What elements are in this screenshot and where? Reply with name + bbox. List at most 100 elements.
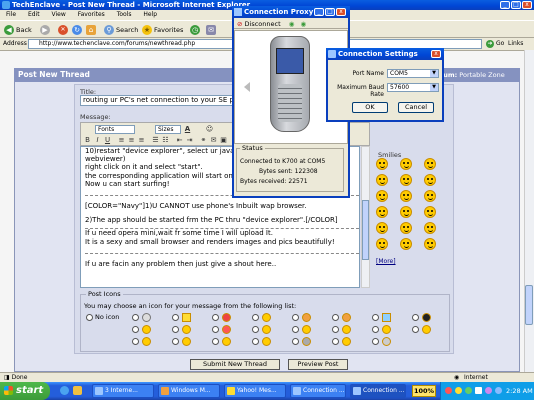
smilie-icon[interactable] — [376, 238, 388, 250]
go-button[interactable]: ➜ Go — [486, 39, 506, 49]
post-icon-radio[interactable] — [372, 314, 379, 321]
post-icon-radio[interactable] — [332, 314, 339, 321]
history-button[interactable]: ◷ — [190, 24, 202, 36]
refresh-button[interactable]: ↻ — [72, 24, 84, 36]
numbered-list-icon[interactable]: ☰ — [151, 136, 160, 145]
cancel-button[interactable]: Cancel — [398, 102, 434, 113]
post-icon-radio[interactable] — [212, 314, 219, 321]
minimize-button[interactable]: _ — [500, 1, 510, 9]
smilie-icon[interactable] — [424, 222, 436, 234]
post-icon-radio[interactable] — [372, 338, 379, 345]
proxy-maximize-button[interactable]: □ — [325, 8, 335, 16]
task-connection-settings[interactable]: Connection ... — [350, 384, 406, 398]
smilie-button[interactable]: ☺ — [205, 125, 214, 134]
maximize-button[interactable]: □ — [511, 1, 521, 9]
menu-favorites[interactable]: Favorites — [78, 11, 105, 18]
menu-edit[interactable]: Edit — [28, 11, 40, 18]
settings-close-button[interactable]: x — [431, 50, 441, 58]
more-smilies-link[interactable]: [More] — [376, 258, 396, 265]
post-icon-radio[interactable] — [332, 338, 339, 345]
post-icon-radio[interactable] — [412, 314, 419, 321]
image-icon[interactable]: ▣ — [219, 136, 228, 145]
start-button[interactable]: start — [0, 382, 50, 400]
align-center-icon[interactable]: ≡ — [127, 136, 136, 145]
smilie-icon[interactable] — [376, 222, 388, 234]
menu-help[interactable]: Help — [143, 11, 157, 18]
post-icon-radio[interactable] — [132, 338, 139, 345]
align-right-icon[interactable]: ≡ — [137, 136, 146, 145]
task-internet-explorer[interactable]: 3 Interne... — [92, 384, 154, 398]
post-icon-radio[interactable] — [292, 338, 299, 345]
ie-quicklaunch-icon[interactable] — [60, 386, 69, 395]
back-button[interactable]: ◀ Back — [4, 24, 32, 36]
post-icon-radio[interactable] — [252, 326, 259, 333]
smilie-icon[interactable] — [376, 174, 388, 186]
post-icon-radio[interactable] — [212, 338, 219, 345]
italic-button[interactable]: I — [93, 136, 102, 145]
close-button[interactable]: x — [522, 1, 532, 9]
font-select[interactable]: Fonts — [95, 125, 135, 134]
preview-post-button[interactable]: Preview Post — [288, 359, 348, 370]
no-icon-radio[interactable] — [86, 314, 93, 321]
smilie-icon[interactable] — [400, 222, 412, 234]
mail-button[interactable]: ✉ — [206, 24, 218, 36]
tray-icon[interactable] — [465, 387, 472, 394]
stop-button[interactable]: ✕ — [58, 24, 70, 36]
post-icon-radio[interactable] — [292, 326, 299, 333]
tray-icon[interactable] — [495, 387, 502, 394]
menu-file[interactable]: File — [6, 11, 16, 18]
post-icon-radio[interactable] — [172, 314, 179, 321]
task-connection-proxy[interactable]: Connection ... — [290, 384, 346, 398]
tray-icon[interactable] — [445, 387, 452, 394]
task-yahoo-messenger[interactable]: Yahoo! Mes... — [224, 384, 286, 398]
tray-icon[interactable] — [485, 387, 492, 394]
submit-thread-button[interactable]: Submit New Thread — [190, 359, 280, 370]
email-link-icon[interactable]: ✉ — [209, 136, 218, 145]
favorites-button[interactable]: ★ Favorites — [142, 24, 183, 36]
tray-icon[interactable] — [475, 387, 482, 394]
textarea-scroll-thumb[interactable] — [362, 200, 369, 260]
link-icon[interactable]: ⚭ — [199, 136, 208, 145]
smilie-icon[interactable] — [400, 238, 412, 250]
proxy-minimize-button[interactable]: _ — [314, 8, 324, 16]
settings-icon[interactable]: ◉ — [289, 20, 295, 28]
proxy-close-button[interactable]: x — [336, 8, 346, 16]
ok-button[interactable]: OK — [352, 102, 388, 113]
forum-name[interactable]: Portable Zone — [459, 71, 504, 79]
smilie-icon[interactable] — [424, 174, 436, 186]
page-scroll-thumb[interactable] — [525, 285, 533, 325]
bold-button[interactable]: B — [83, 136, 92, 145]
smilie-icon[interactable] — [376, 190, 388, 202]
post-icon-radio[interactable] — [132, 326, 139, 333]
smilie-icon[interactable] — [424, 158, 436, 170]
menu-tools[interactable]: Tools — [117, 11, 132, 18]
battery-indicator[interactable]: 100% — [412, 385, 436, 397]
search-button[interactable]: ⚲ Search — [104, 24, 138, 36]
smilie-icon[interactable] — [400, 190, 412, 202]
forward-button[interactable]: ▶ — [40, 24, 52, 36]
indent-icon[interactable]: ⇥ — [185, 136, 194, 145]
smilie-icon[interactable] — [400, 206, 412, 218]
smilie-icon[interactable] — [376, 206, 388, 218]
post-icon-radio[interactable] — [252, 338, 259, 345]
port-name-select[interactable]: COM5 ▼ — [387, 69, 439, 78]
help-icon[interactable]: ◉ — [300, 20, 306, 28]
post-icon-radio[interactable] — [332, 326, 339, 333]
links-toolbar[interactable]: Links — [508, 38, 523, 50]
settings-title-bar[interactable]: Connection Settings — [326, 48, 444, 60]
post-icon-radio[interactable] — [132, 314, 139, 321]
post-icon-radio[interactable] — [292, 314, 299, 321]
smilie-icon[interactable] — [424, 190, 436, 202]
text-color-button[interactable]: A — [183, 125, 192, 134]
align-left-icon[interactable]: ≡ — [117, 136, 126, 145]
disconnect-button[interactable]: ⊘ Disconnect — [237, 20, 281, 28]
baud-rate-select[interactable]: 57600 ▼ — [387, 83, 439, 92]
desktop-quicklaunch-icon[interactable] — [73, 386, 82, 395]
post-icon-radio[interactable] — [372, 326, 379, 333]
post-icon-radio[interactable] — [172, 338, 179, 345]
post-icon-radio[interactable] — [412, 326, 419, 333]
smilie-icon[interactable] — [400, 158, 412, 170]
post-icon-radio[interactable] — [212, 326, 219, 333]
task-windows-media[interactable]: Windows M... — [158, 384, 220, 398]
menu-view[interactable]: View — [52, 11, 66, 18]
